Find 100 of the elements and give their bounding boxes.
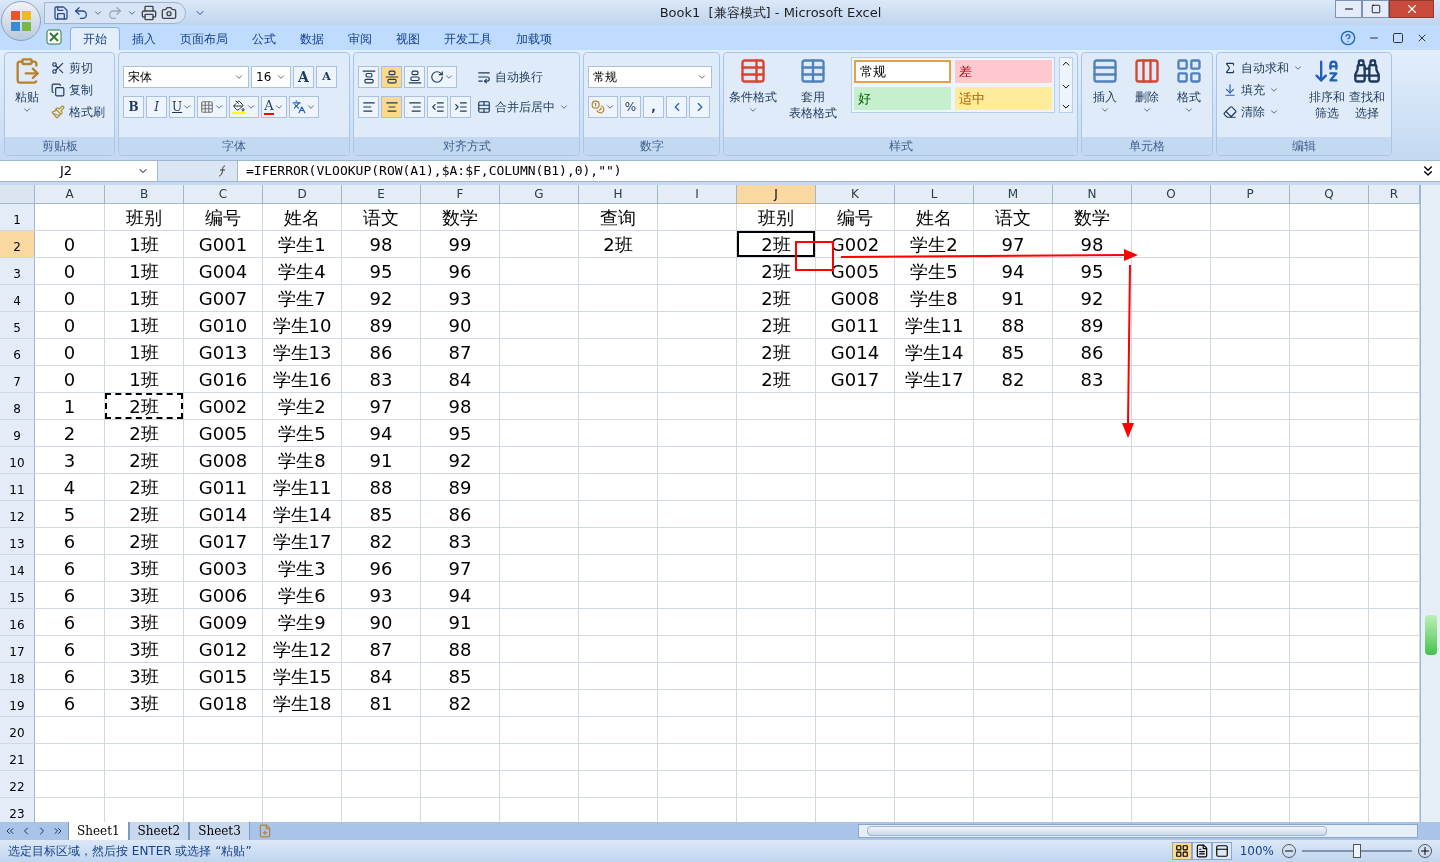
view-button[interactable] <box>1191 842 1212 860</box>
row-header[interactable]: 17 <box>0 636 34 662</box>
row-header[interactable]: 2 <box>0 231 34 257</box>
font-color-button[interactable]: A <box>261 96 287 118</box>
column-header[interactable]: A <box>35 185 104 203</box>
clipboard-button[interactable]: 复制 <box>49 79 107 101</box>
row-header[interactable]: 4 <box>0 285 34 311</box>
column-header[interactable]: H <box>579 185 657 203</box>
zoom-level[interactable]: 100% <box>1239 842 1274 860</box>
row-header[interactable]: 15 <box>0 582 34 608</box>
italic-button[interactable]: I <box>146 96 167 118</box>
column-header[interactable]: L <box>895 185 973 203</box>
middle-align-button[interactable] <box>381 66 402 88</box>
editing-button[interactable]: 清除 <box>1221 101 1305 123</box>
wrap-text-button[interactable]: 自动换行 <box>475 66 571 88</box>
office-button[interactable] <box>1 1 41 41</box>
bold-button[interactable]: B <box>123 96 144 118</box>
decrease-decimal-button[interactable] <box>689 96 710 118</box>
last-sheet-icon[interactable] <box>52 825 64 837</box>
row-header[interactable]: 1 <box>0 204 34 230</box>
row-header[interactable]: 8 <box>0 393 34 419</box>
column-header[interactable]: O <box>1132 185 1210 203</box>
row-header[interactable]: 11 <box>0 474 34 500</box>
save-icon[interactable] <box>53 4 69 21</box>
increase-indent-button[interactable] <box>450 96 471 118</box>
cell-style-swatch[interactable]: 差 <box>954 60 1052 83</box>
ribbon-tab[interactable]: 页面布局 <box>168 27 240 50</box>
sheet-tab[interactable]: Sheet3 <box>189 822 250 840</box>
column-header[interactable]: Q <box>1290 185 1368 203</box>
column-header[interactable]: M <box>974 185 1052 203</box>
column-header[interactable]: K <box>816 185 894 203</box>
row-header[interactable]: 19 <box>0 690 34 716</box>
clipboard-button[interactable]: 格式刷 <box>49 101 107 123</box>
row-header[interactable]: 3 <box>0 258 34 284</box>
font-name-combo[interactable]: 宋体 <box>123 66 249 88</box>
column-header[interactable]: F <box>421 185 499 203</box>
column-header[interactable]: J <box>737 185 815 203</box>
percent-button[interactable]: % <box>620 96 641 118</box>
row-header[interactable]: 23 <box>0 798 34 822</box>
minimize-button[interactable] <box>1335 0 1362 18</box>
cells-button[interactable]: 插入 <box>1086 57 1124 115</box>
close-icon[interactable] <box>1416 32 1428 44</box>
increase-decimal-button[interactable] <box>666 96 687 118</box>
editing-button[interactable]: 填充 <box>1221 79 1305 101</box>
conditional-formatting-button[interactable]: 条件格式 <box>728 57 779 115</box>
center-button[interactable] <box>381 96 402 118</box>
ribbon-tab[interactable]: 开始 <box>70 27 120 50</box>
row-header[interactable]: 10 <box>0 447 34 473</box>
undo-icon[interactable] <box>73 4 89 21</box>
zoom-slider[interactable] <box>1300 843 1414 859</box>
comma-button[interactable]: , <box>643 96 664 118</box>
orientation-button[interactable] <box>427 66 457 88</box>
row-header[interactable]: 12 <box>0 501 34 527</box>
ribbon-tab[interactable]: 视图 <box>384 27 432 50</box>
vertical-scrollbar[interactable] <box>1420 185 1440 822</box>
fill-color-button[interactable] <box>229 96 260 118</box>
row-header[interactable]: 16 <box>0 609 34 635</box>
ribbon-tab[interactable]: 审阅 <box>336 27 384 50</box>
cells-button[interactable]: 格式 <box>1170 57 1208 115</box>
view-button[interactable] <box>1211 842 1232 860</box>
align-right-button[interactable] <box>404 96 425 118</box>
ribbon-tab[interactable]: 公式 <box>240 27 288 50</box>
column-header[interactable]: E <box>342 185 420 203</box>
zoom-slider-thumb[interactable] <box>1353 844 1361 858</box>
zoom-in-icon[interactable] <box>1418 844 1432 858</box>
top-align-button[interactable] <box>358 66 379 88</box>
sheet-tab[interactable]: Sheet2 <box>128 822 190 840</box>
row-header[interactable]: 20 <box>0 717 34 743</box>
phonetic-button[interactable] <box>288 96 319 118</box>
column-header[interactable]: P <box>1211 185 1289 203</box>
row-header[interactable]: 22 <box>0 771 34 797</box>
column-header[interactable]: N <box>1053 185 1131 203</box>
ribbon-tab[interactable]: 插入 <box>120 27 168 50</box>
currency-button[interactable] <box>588 96 618 118</box>
row-header[interactable]: 21 <box>0 744 34 770</box>
find-select-button[interactable]: 查找和 选择 <box>1349 57 1385 121</box>
ribbon-tab[interactable]: 加载项 <box>504 27 564 50</box>
paste-button[interactable]: 粘贴 <box>9 57 45 115</box>
column-header[interactable]: D <box>263 185 341 203</box>
restore-icon[interactable] <box>1392 32 1404 44</box>
editing-button[interactable]: 自动求和 <box>1221 57 1305 79</box>
border-button[interactable] <box>197 96 228 118</box>
column-header[interactable]: I <box>658 185 736 203</box>
row-header[interactable]: 14 <box>0 555 34 581</box>
sheet-tab[interactable]: Sheet1 <box>68 822 129 840</box>
first-sheet-icon[interactable] <box>4 825 16 837</box>
cell-style-swatch[interactable]: 适中 <box>954 87 1052 110</box>
row-header[interactable]: 6 <box>0 339 34 365</box>
column-header[interactable]: C <box>184 185 262 203</box>
column-header[interactable]: G <box>500 185 578 203</box>
formula-field[interactable]: =IFERROR(VLOOKUP(ROW(A1),$A:$F,COLUMN(B1),0),"") <box>238 161 1420 181</box>
column-header[interactable]: B <box>105 185 183 203</box>
restore-button[interactable] <box>1362 0 1389 18</box>
camera-icon[interactable] <box>161 4 177 21</box>
bottom-align-button[interactable] <box>404 66 425 88</box>
column-header[interactable]: R <box>1369 185 1419 203</box>
cells-button[interactable]: 删除 <box>1128 57 1166 115</box>
align-left-button[interactable] <box>358 96 379 118</box>
ribbon-tab[interactable]: 数据 <box>288 27 336 50</box>
clipboard-button[interactable]: 剪切 <box>49 57 107 79</box>
